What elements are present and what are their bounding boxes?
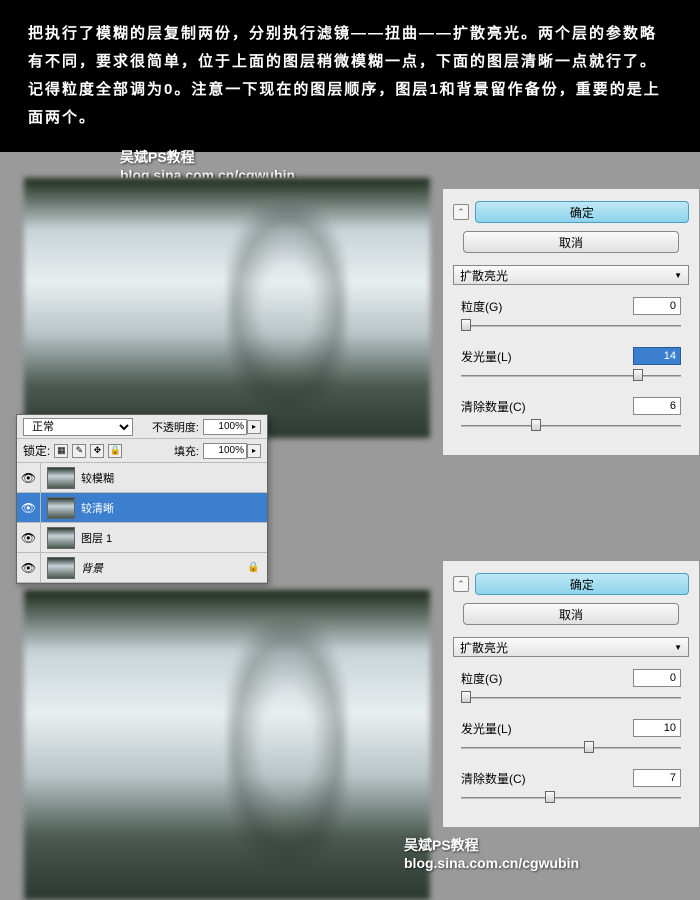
fill-flyout-icon[interactable]: ▸ xyxy=(247,444,261,458)
glow-label: 发光量(L) xyxy=(461,720,512,737)
grain-input[interactable] xyxy=(633,297,681,315)
clear-input[interactable] xyxy=(633,397,681,415)
layers-panel: 正常 不透明度: ▸ 锁定: ▦ ✎ ✥ 🔒 填充: ▸ 👁 较模糊 👁 较清晰… xyxy=(16,414,268,584)
glow-slider[interactable] xyxy=(461,369,681,385)
opacity-label: 不透明度: xyxy=(152,419,199,435)
cancel-button[interactable]: 取消 xyxy=(463,231,679,253)
filter-panel-bottom: ⌃ 确定 取消 扩散亮光▼ 粒度(G) 发光量(L) 清除数量(C) xyxy=(442,560,700,828)
layer-thumbnail xyxy=(47,557,75,579)
grain-slider[interactable] xyxy=(461,691,681,707)
glow-input[interactable] xyxy=(633,719,681,737)
clear-label: 清除数量(C) xyxy=(461,398,526,415)
ok-button[interactable]: 确定 xyxy=(475,201,689,223)
clear-label: 清除数量(C) xyxy=(461,770,526,787)
visibility-eye-icon[interactable]: 👁 xyxy=(17,493,41,522)
visibility-eye-icon[interactable]: 👁 xyxy=(17,553,41,582)
clear-input[interactable] xyxy=(633,769,681,787)
visibility-eye-icon[interactable]: 👁 xyxy=(17,463,41,492)
layer-row[interactable]: 👁 图层 1 xyxy=(17,523,267,553)
collapse-icon[interactable]: ⌃ xyxy=(453,204,469,220)
clear-slider[interactable] xyxy=(461,791,681,807)
canvas-preview-bottom xyxy=(0,590,430,900)
lock-all-icon[interactable]: 🔒 xyxy=(108,444,122,458)
layer-thumbnail xyxy=(47,467,75,489)
layer-row[interactable]: 👁 较清晰 xyxy=(17,493,267,523)
layer-row[interactable]: 👁 背景 🔒 xyxy=(17,553,267,583)
lock-transparency-icon[interactable]: ▦ xyxy=(54,444,68,458)
lock-icon: 🔒 xyxy=(247,562,267,573)
lock-label: 锁定: xyxy=(23,442,50,459)
opacity-input[interactable] xyxy=(203,419,247,435)
canvas-preview-top xyxy=(0,178,430,438)
filter-dropdown[interactable]: 扩散亮光▼ xyxy=(453,265,689,285)
watermark-bottom: 吴斌PS教程blog.sina.com.cn/cgwubin xyxy=(404,836,579,872)
lock-brush-icon[interactable]: ✎ xyxy=(72,444,86,458)
glow-input[interactable] xyxy=(633,347,681,365)
cancel-button[interactable]: 取消 xyxy=(463,603,679,625)
layer-row[interactable]: 👁 较模糊 xyxy=(17,463,267,493)
chevron-down-icon: ▼ xyxy=(674,643,682,652)
filter-panel-top: ⌃ 确定 取消 扩散亮光▼ 粒度(G) 发光量(L) 清除数量(C) xyxy=(442,188,700,456)
grain-input[interactable] xyxy=(633,669,681,687)
chevron-down-icon: ▼ xyxy=(674,271,682,280)
glow-label: 发光量(L) xyxy=(461,348,512,365)
instruction-banner: 把执行了模糊的层复制两份，分别执行滤镜——扭曲——扩散亮光。两个层的参数略有不同… xyxy=(0,0,700,152)
glow-slider[interactable] xyxy=(461,741,681,757)
collapse-icon[interactable]: ⌃ xyxy=(453,576,469,592)
ok-button[interactable]: 确定 xyxy=(475,573,689,595)
layer-thumbnail xyxy=(47,497,75,519)
blend-mode-select[interactable]: 正常 xyxy=(23,418,133,436)
lock-move-icon[interactable]: ✥ xyxy=(90,444,104,458)
fill-input[interactable] xyxy=(203,443,247,459)
opacity-flyout-icon[interactable]: ▸ xyxy=(247,420,261,434)
grain-slider[interactable] xyxy=(461,319,681,335)
fill-label: 填充: xyxy=(174,443,199,459)
grain-label: 粒度(G) xyxy=(461,670,502,687)
clear-slider[interactable] xyxy=(461,419,681,435)
grain-label: 粒度(G) xyxy=(461,298,502,315)
layer-thumbnail xyxy=(47,527,75,549)
visibility-eye-icon[interactable]: 👁 xyxy=(17,523,41,552)
filter-dropdown[interactable]: 扩散亮光▼ xyxy=(453,637,689,657)
